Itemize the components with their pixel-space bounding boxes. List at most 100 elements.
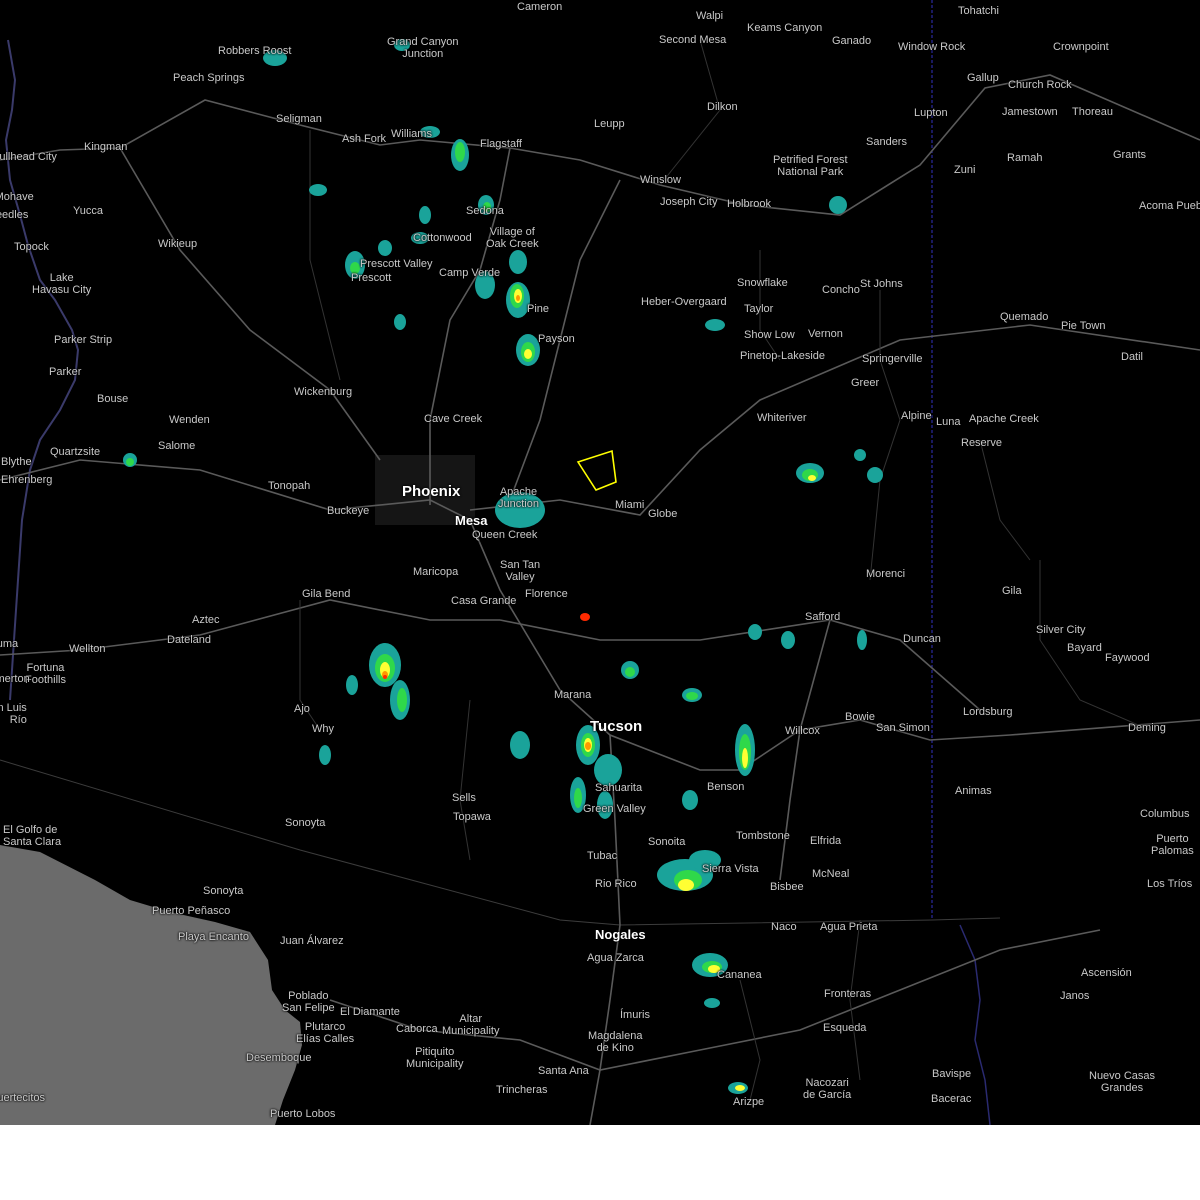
label-jamestown: Jamestown xyxy=(1002,106,1058,118)
label-willcox: Willcox xyxy=(785,725,820,737)
label-taylor: Taylor xyxy=(744,303,774,315)
label-joseph-city: Joseph City xyxy=(660,196,718,208)
label-cameron: Cameron xyxy=(517,1,563,13)
label-sedona: Sedona xyxy=(466,205,504,217)
label-marana: Marana xyxy=(554,689,592,701)
label-prescott-valley: Prescott Valley xyxy=(360,258,433,270)
label-topock: Topock xyxy=(14,241,49,253)
label-sonoita: Sonoita xyxy=(648,836,686,848)
label-faywood: Faywood xyxy=(1105,652,1150,664)
label-holbrook: Holbrook xyxy=(727,198,772,210)
label-dateland: Dateland xyxy=(167,634,212,646)
label-wenden: Wenden xyxy=(169,414,210,426)
label-grand-canyon-junction: Grand Canyon Junction xyxy=(387,36,459,60)
label-naco: Naco xyxy=(771,921,797,933)
label-lordsburg: Lordsburg xyxy=(963,706,1013,718)
label-bowie: Bowie xyxy=(845,711,875,723)
label-church-rock: Church Rock xyxy=(1008,79,1072,91)
label-nuevo-casas-grandes: Nuevo Casas Grandes xyxy=(1089,1070,1156,1094)
label-trincheras: Trincheras xyxy=(496,1084,548,1096)
label-sells: Sells xyxy=(452,792,476,804)
label-leupp: Leupp xyxy=(594,118,625,130)
label-sahuarita: Sahuarita xyxy=(595,782,643,794)
label-cottonwood: Cottonwood xyxy=(413,232,472,244)
label-maricopa: Maricopa xyxy=(413,566,459,578)
label-village-of-oak-creek: Village of Oak Creek xyxy=(486,226,539,250)
label-benson: Benson xyxy=(707,781,745,793)
label-salome: Salome xyxy=(158,440,196,452)
label-sanders: Sanders xyxy=(866,136,907,148)
label-williams: Williams xyxy=(391,128,432,140)
label-blythe: Blythe xyxy=(1,456,32,468)
minor-road-8 xyxy=(849,919,861,1081)
label-petrified-forest: Petrified Forest National Park xyxy=(773,154,848,178)
label-flagstaff: Flagstaff xyxy=(480,138,522,150)
label-animas: Animas xyxy=(955,785,992,797)
label-st-johns: St Johns xyxy=(860,278,903,290)
label-bouse: Bouse xyxy=(97,393,129,405)
label-aztec: Aztec xyxy=(192,614,220,626)
label-snowflake: Snowflake xyxy=(737,277,788,289)
label-peach-springs: Peach Springs xyxy=(173,72,245,84)
label-tubac: Tubac xyxy=(587,850,618,862)
label-playa-encanto: Playa Encanto xyxy=(178,931,249,943)
label-san-luis-rio: San Luis Río xyxy=(0,702,27,726)
label-tucson: Tucson xyxy=(590,718,643,735)
label-el-golfo: El Golfo de Santa Clara xyxy=(3,824,62,848)
highway-us93 xyxy=(119,147,381,461)
label-cave-creek: Cave Creek xyxy=(424,413,483,425)
label-janos: Janos xyxy=(1060,990,1090,1002)
label-el-diamante: El Diamante xyxy=(340,1006,400,1018)
label-ash-fork: Ash Fork xyxy=(342,133,387,145)
label-nacozari: Nacozari de García xyxy=(803,1077,852,1101)
label-somerton: Somerton xyxy=(0,673,30,685)
label-seligman: Seligman xyxy=(276,113,322,125)
highway-i17 xyxy=(429,147,511,505)
warning-polygon xyxy=(576,449,617,491)
label-florence: Florence xyxy=(525,588,568,600)
label-puerto-penasco: Puerto Peñasco xyxy=(152,905,231,917)
label-queen-creek: Queen Creek xyxy=(472,529,538,541)
label-arizpe: Arizpe xyxy=(733,1096,765,1108)
label-datil: Datil xyxy=(1121,351,1144,363)
label-apache-junction: Apache Junction xyxy=(498,486,539,510)
label-fort-mohave: Fort Mohave xyxy=(0,191,34,203)
label-puerto-palomas: Puerto Palomas xyxy=(1151,833,1194,857)
label-buckeye: Buckeye xyxy=(327,505,370,517)
label-prescott: Prescott xyxy=(351,272,392,284)
label-lake-havasu-city: Lake Havasu City xyxy=(32,272,92,296)
label-sonoyta-az: Sonoyta xyxy=(285,817,326,829)
label-ramah: Ramah xyxy=(1007,152,1043,164)
label-ganado: Ganado xyxy=(832,35,872,47)
minor-road-5 xyxy=(459,699,471,861)
label-payson: Payson xyxy=(538,333,575,345)
label-quemado: Quemado xyxy=(1000,311,1049,323)
label-concho: Concho xyxy=(822,284,860,296)
label-bayard: Bayard xyxy=(1067,642,1102,654)
minor-road-10 xyxy=(979,439,1031,561)
label-yucca: Yucca xyxy=(73,205,103,217)
label-alpine: Alpine xyxy=(901,410,932,422)
label-pine: Pine xyxy=(527,303,550,315)
label-desemboque: Desemboque xyxy=(246,1052,312,1064)
label-caborca: Caborca xyxy=(396,1023,438,1035)
label-san-simon: San Simon xyxy=(876,722,930,734)
label-agua-zarca: Agua Zarca xyxy=(587,952,644,964)
label-quartzsite: Quartzsite xyxy=(50,446,101,458)
label-window-rock: Window Rock xyxy=(898,41,966,53)
label-fronteras: Fronteras xyxy=(824,988,872,1000)
international-border xyxy=(0,759,1001,926)
label-vernon: Vernon xyxy=(808,328,843,340)
label-agua-prieta: Agua Prieta xyxy=(820,921,878,933)
label-robbers-roost: Robbers Roost xyxy=(218,45,292,57)
label-santa-ana: Santa Ana xyxy=(538,1065,589,1077)
label-rio-rico: Rio Rico xyxy=(595,878,637,890)
label-morenci: Morenci xyxy=(866,568,906,580)
label-pinetop-lakeside: Pinetop-Lakeside xyxy=(740,350,826,362)
radar-map[interactable]: Cameron Walpi Keams Canyon Tohatchi Robb… xyxy=(0,0,1200,1125)
label-phoenix: Phoenix xyxy=(402,483,461,500)
label-bullhead-city: Bullhead City xyxy=(0,151,57,163)
label-cananea: Cananea xyxy=(717,969,762,981)
label-bacerac: Bacerac xyxy=(931,1093,972,1105)
label-pie-town: Pie Town xyxy=(1061,320,1106,332)
